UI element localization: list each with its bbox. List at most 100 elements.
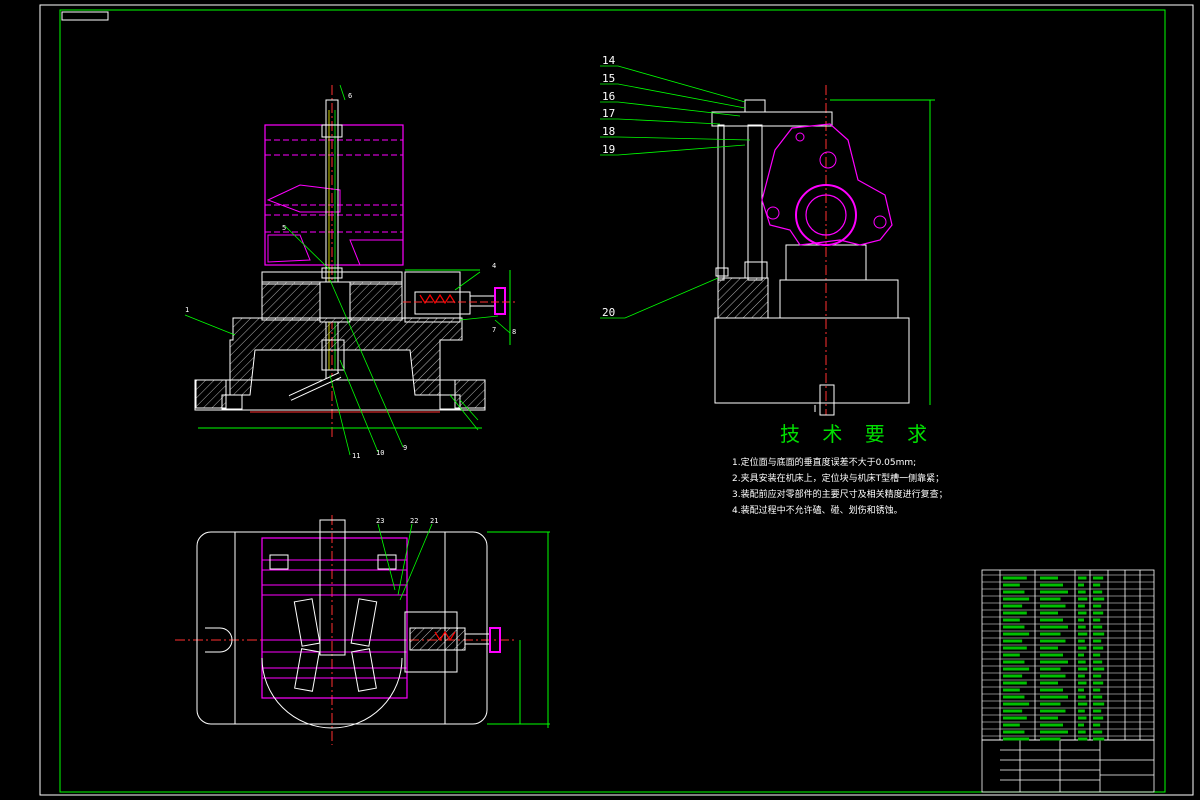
- bom-cell-text: [1003, 590, 1025, 594]
- bom-cell-text: [1078, 618, 1084, 622]
- bom-cell-text: [1093, 625, 1103, 629]
- bom-cell-text: [1093, 632, 1105, 636]
- bom-cell-text: [1003, 639, 1023, 643]
- balloon-1: 1: [185, 306, 189, 314]
- bom-cell-text: [1078, 667, 1088, 671]
- bom-cell-text: [1078, 709, 1085, 713]
- bom-cell-text: [1040, 639, 1066, 643]
- workpiece-outline: [264, 124, 404, 266]
- bom-cell-text: [1040, 674, 1066, 678]
- assembly-drawing: 1 4 7 8 6 5 11 10 9 14 15 16 17 18 19 20…: [39, 4, 1194, 796]
- balloon-16: 16: [602, 90, 615, 103]
- balloon-6: 6: [348, 92, 352, 100]
- balloon-7: 7: [492, 326, 496, 334]
- bom-cell-text: [1040, 583, 1063, 587]
- bom-cell-text: [1003, 702, 1030, 706]
- bom-cell-text: [1003, 723, 1020, 727]
- bom-cell-text: [1040, 660, 1068, 664]
- bom-cell-text: [1093, 604, 1102, 608]
- bom-cell-text: [1003, 653, 1020, 657]
- balloon-18: 18: [602, 125, 615, 138]
- bom-cell-text: [1093, 716, 1104, 720]
- balloon-22: 22: [410, 517, 418, 525]
- bom-cell-text: [1003, 716, 1027, 720]
- balloon-5: 5: [282, 224, 286, 232]
- bom-cell-text: [1040, 695, 1068, 699]
- bom-cell-text: [1093, 667, 1105, 671]
- side-base: [714, 317, 910, 404]
- technical-requirements-title: 技 术 要 求: [780, 422, 936, 446]
- bom-cell-text: [1003, 625, 1025, 629]
- bom-cell-text: [1040, 723, 1063, 727]
- title-block: [981, 569, 1155, 793]
- bom-cell-text: [1093, 688, 1101, 692]
- bom-cell-text: [1093, 709, 1102, 713]
- bom-cell-text: [1078, 716, 1087, 720]
- bom-cell-text: [1078, 604, 1085, 608]
- bom-cell-text: [1078, 730, 1086, 734]
- balloon-23: 23: [376, 517, 384, 525]
- balloon-11: 11: [352, 452, 360, 460]
- tech-req-4: 4.装配过程中不允许磕、碰、划伤和锈蚀。: [732, 506, 903, 516]
- front-view: [194, 85, 515, 440]
- bom-cell-text: [1040, 604, 1066, 608]
- top-view-leaders: [377, 523, 433, 601]
- bom-cell-text: [1003, 737, 1030, 741]
- bom-cell-text: [1078, 576, 1087, 580]
- bom-cell-text: [1040, 646, 1058, 650]
- balloon-17: 17: [602, 107, 615, 120]
- bom-cell-text: [1078, 660, 1086, 664]
- bom-cell-text: [1093, 597, 1105, 601]
- tech-req-2: 2.夹具安装在机床上，定位块与机床T型槽一侧靠紧；: [732, 474, 945, 484]
- balloon-4: 4: [492, 262, 496, 270]
- balloon-9: 9: [403, 444, 407, 452]
- bom-cell-text: [1040, 681, 1058, 685]
- bom-cell-text: [1003, 688, 1020, 692]
- bom-cell-text: [1093, 737, 1105, 741]
- bom-cell-text: [1078, 590, 1086, 594]
- balloon-19: 19: [602, 143, 615, 156]
- bom-cell-text: [1078, 737, 1088, 741]
- bom-cell-text: [1093, 618, 1101, 622]
- bom-cell-text: [1093, 660, 1103, 664]
- balloon-15: 15: [602, 72, 615, 85]
- bom-cell-text: [1093, 695, 1103, 699]
- bom-cell-text: [1093, 730, 1103, 734]
- bom-cell-text: [1003, 611, 1027, 615]
- bom-cell-text: [1078, 625, 1086, 629]
- balloon-21: 21: [430, 517, 438, 525]
- bom-cell-text: [1093, 611, 1104, 615]
- bom-cell-text: [1003, 730, 1025, 734]
- balloon-8: 8: [512, 328, 516, 336]
- bom-cell-text: [1003, 674, 1023, 678]
- bom-cell-text: [1093, 590, 1103, 594]
- bom-cell-text: [1040, 737, 1061, 741]
- bom-cell-text: [1003, 695, 1025, 699]
- bom-cell-text: [1078, 702, 1088, 706]
- bom-cell-text: [1040, 730, 1068, 734]
- bom-cell-text: [1078, 653, 1084, 657]
- bom-cell-text: [1040, 702, 1061, 706]
- bom-cell-text: [1040, 653, 1063, 657]
- bom-cell-text: [1003, 646, 1027, 650]
- bom-cell-text: [1078, 611, 1087, 615]
- bom-cell-text: [1093, 646, 1104, 650]
- bom-cell-text: [1078, 639, 1085, 643]
- bom-cell-text: [1093, 639, 1102, 643]
- bom-cell-text: [1093, 674, 1102, 678]
- tech-req-1: 1.定位面与底面的垂直度误差不大于0.05mm;: [732, 458, 917, 468]
- bom-cell-text: [1093, 653, 1101, 657]
- bom-cell-text: [1003, 576, 1027, 580]
- bom-fills: [1003, 576, 1105, 741]
- bom-cell-text: [1078, 681, 1087, 685]
- bom-cell-text: [1003, 632, 1030, 636]
- bom-cell-text: [1078, 723, 1084, 727]
- bom-cell-text: [1040, 716, 1058, 720]
- bom-cell-text: [1003, 667, 1030, 671]
- bom-cell-text: [1093, 576, 1104, 580]
- bom-cell-text: [1003, 604, 1023, 608]
- bom-cell-text: [1040, 618, 1063, 622]
- bom-cell-text: [1040, 709, 1066, 713]
- bom-cell-text: [1078, 597, 1088, 601]
- bom-cell-text: [1078, 688, 1084, 692]
